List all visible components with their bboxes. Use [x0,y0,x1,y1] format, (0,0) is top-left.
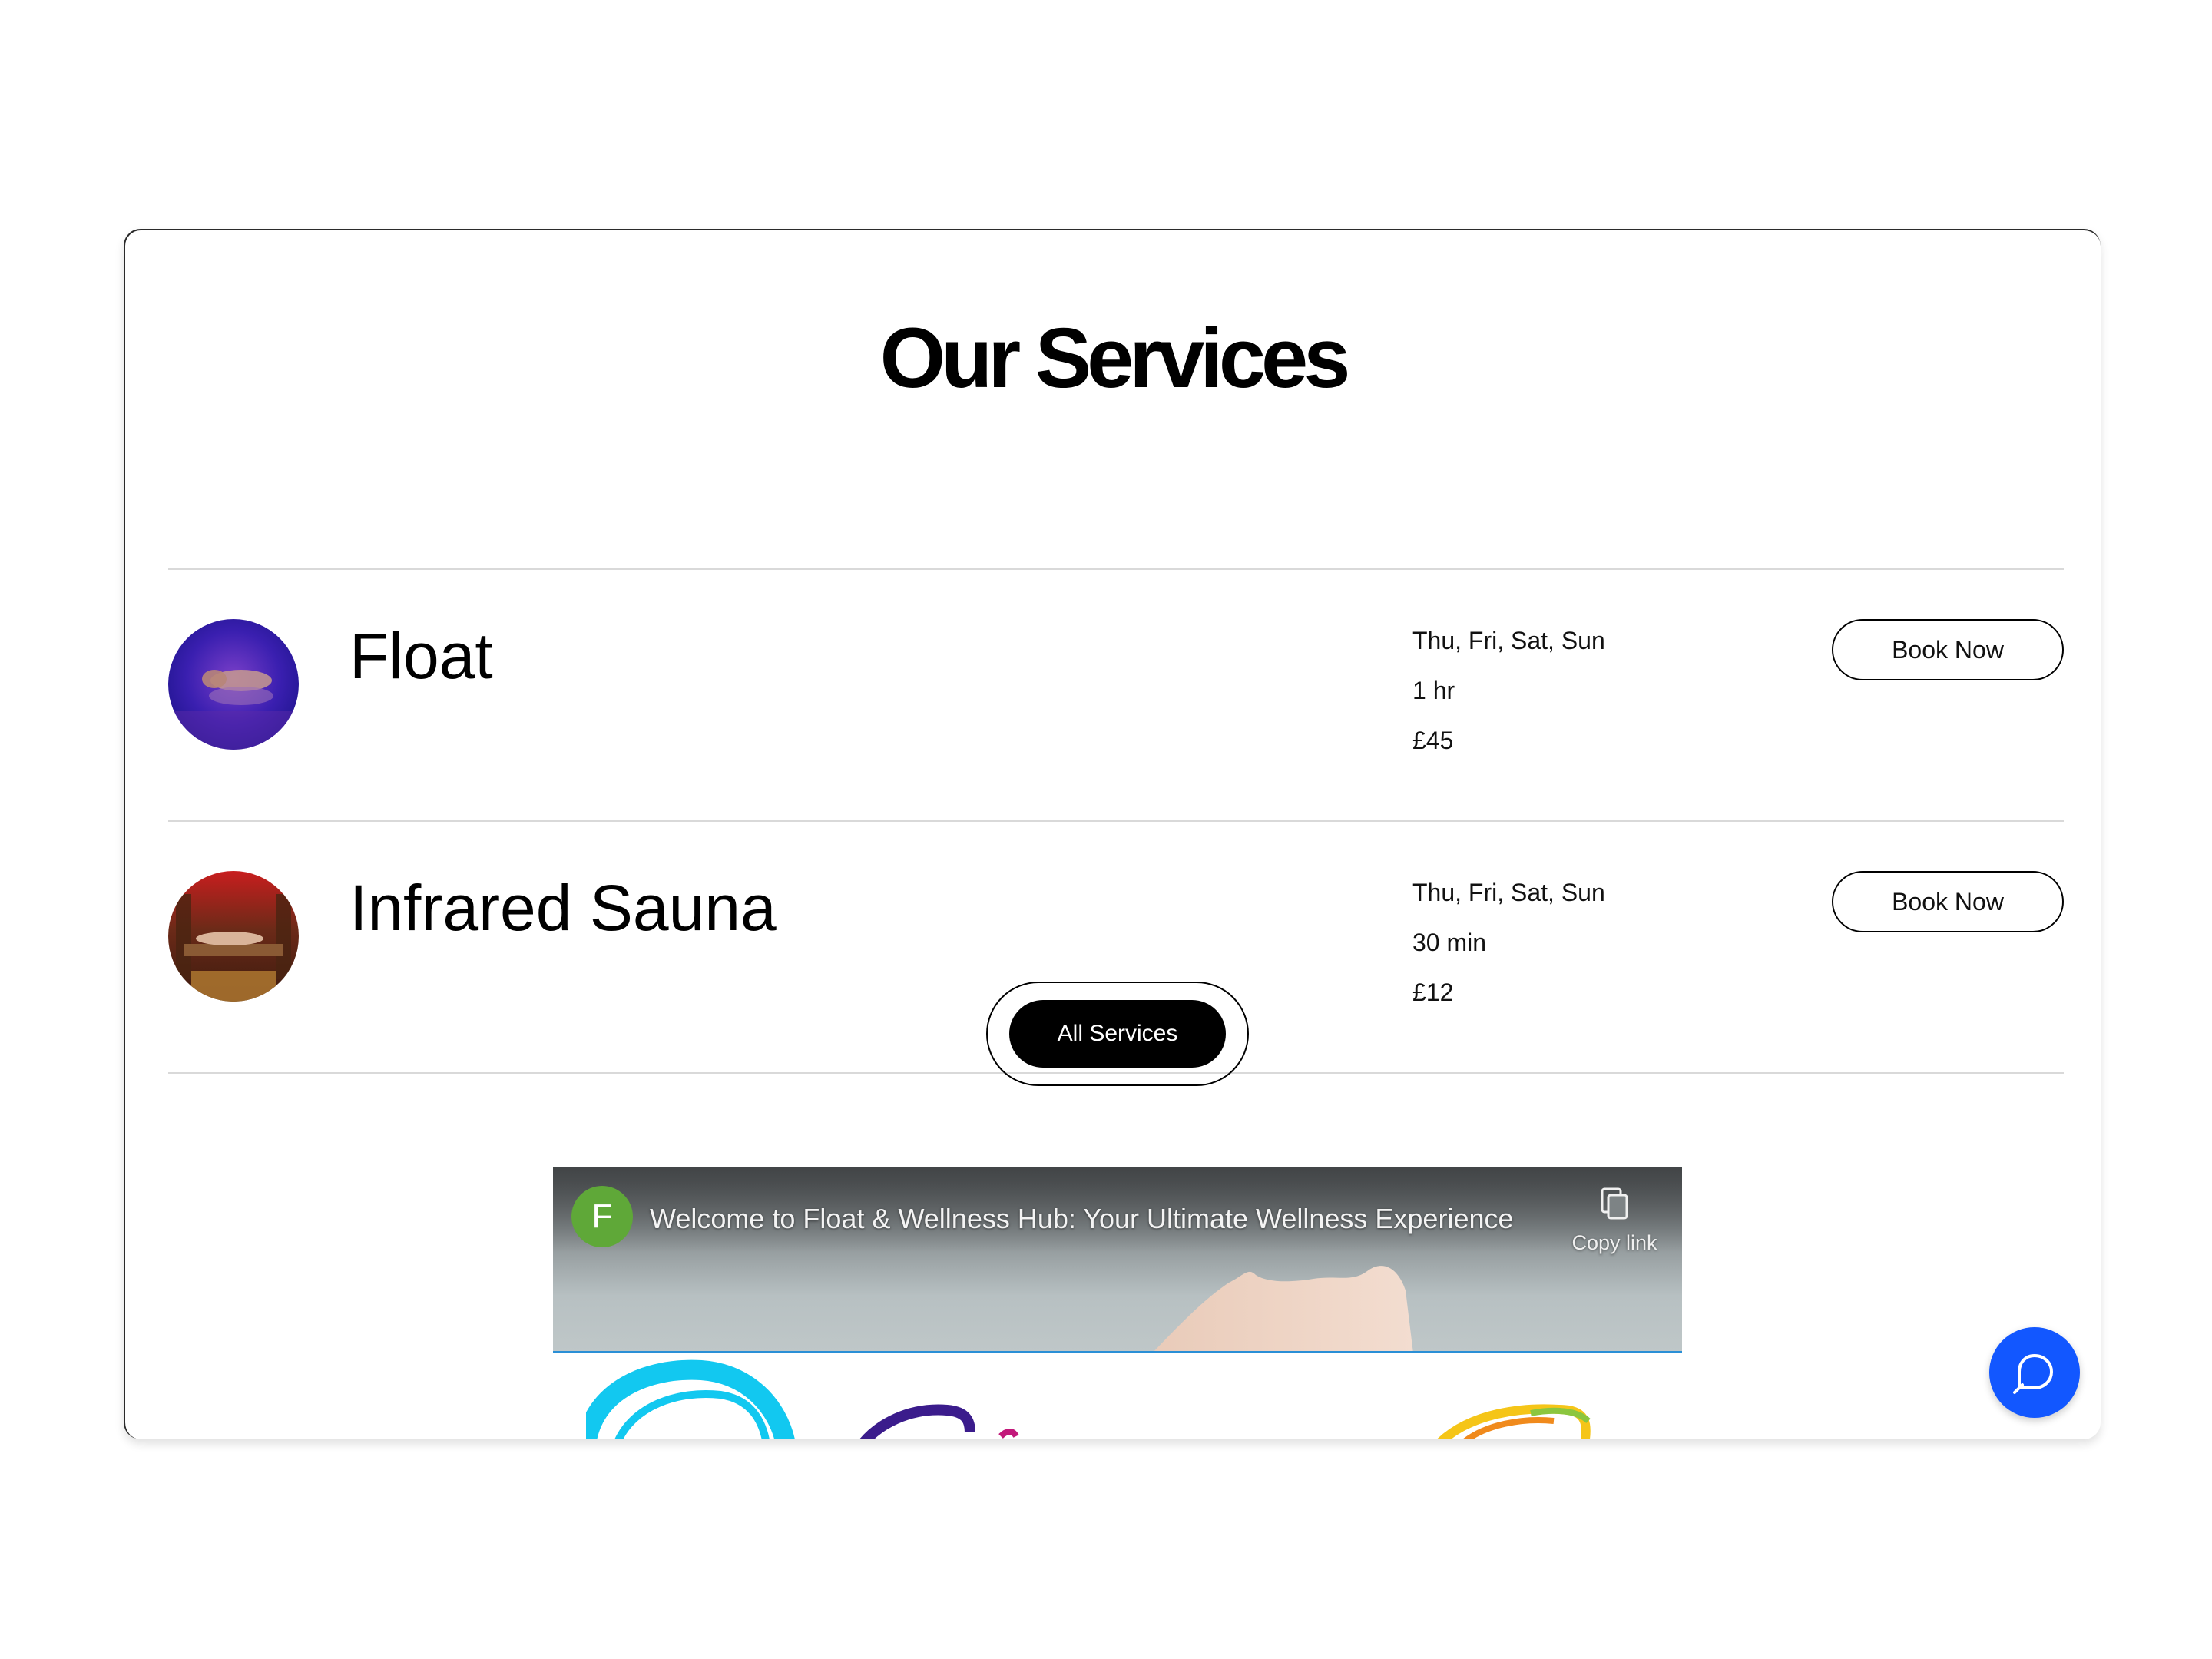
copy-link-button[interactable]: Copy link [1561,1187,1668,1255]
copy-link-label: Copy link [1571,1231,1657,1254]
service-duration: 1 hr [1412,677,1455,704]
service-days: Thu, Fri, Sat, Sun [1412,879,1605,906]
book-now-button[interactable]: Book Now [1832,871,2064,932]
sauna-thumbnail [168,871,299,1002]
service-duration: 30 min [1412,929,1487,956]
chat-bubble-icon [2013,1354,2053,1394]
copy-icon [1601,1187,1628,1220]
video-title[interactable]: Welcome to Float & Wellness Hub: Your Ul… [650,1203,1514,1235]
page-title: Our Services [879,310,1351,406]
chat-button[interactable] [1989,1327,2080,1418]
float-thumbnail [168,619,299,750]
service-details: Thu, Fri, Sat, Sun 1 hr £45 [1412,628,1605,778]
service-price: £12 [1412,979,1454,1006]
channel-avatar[interactable]: F [571,1186,633,1247]
all-services-outline: All Services [986,982,1249,1086]
service-name: Float [349,620,493,692]
service-row-float: Float Thu, Fri, Sat, Sun 1 hr £45 Book N… [168,570,2064,821]
video-embed[interactable]: F Welcome to Float & Wellness Hub: Your … [553,1167,1682,1353]
service-details: Thu, Fri, Sat, Sun 30 min £12 [1412,880,1605,1030]
brand-logo [586,1359,1591,1439]
service-name: Infrared Sauna [349,872,777,944]
book-now-button[interactable]: Book Now [1832,619,2064,680]
service-days: Thu, Fri, Sat, Sun [1412,627,1605,654]
service-price: £45 [1412,727,1454,754]
services-section: Our Services Float Thu, Fri, Sat, Sun 1 … [124,229,2101,1439]
all-services-button[interactable]: All Services [1009,1000,1226,1068]
video-thumbnail [553,1167,1682,1351]
